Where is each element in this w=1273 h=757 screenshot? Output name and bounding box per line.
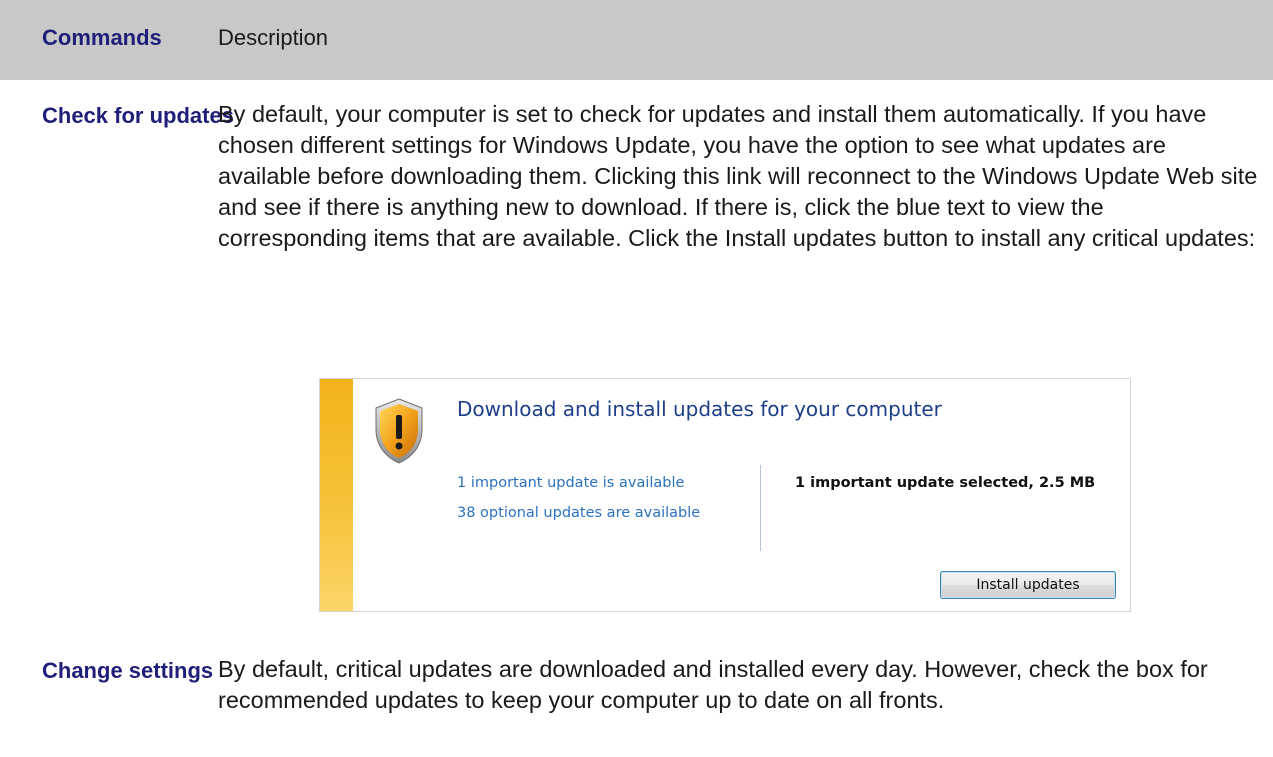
command-change-settings: Change settings xyxy=(42,658,214,683)
commands-column-header: Commands xyxy=(42,25,162,50)
selected-updates-summary: 1 important update selected, 2.5 MB xyxy=(795,475,1096,491)
panel-divider xyxy=(760,465,761,551)
description-change-settings: By default, critical updates are downloa… xyxy=(218,656,1208,713)
warning-shield-icon xyxy=(375,398,423,464)
description-check-for-updates: By default, your computer is set to chec… xyxy=(218,101,1258,251)
table-header-row: Commands Description xyxy=(0,0,1273,80)
install-updates-button[interactable]: Install updates xyxy=(940,571,1116,599)
warning-stripe xyxy=(320,379,353,611)
important-updates-link[interactable]: 1 important update is available xyxy=(457,475,684,491)
update-panel-title: Download and install updates for your co… xyxy=(457,397,942,421)
description-column-header: Description xyxy=(218,25,329,50)
optional-updates-link[interactable]: 38 optional updates are available xyxy=(457,505,700,521)
windows-update-panel: Download and install updates for your co… xyxy=(319,378,1131,612)
command-check-for-updates: Check for updates xyxy=(42,103,234,128)
